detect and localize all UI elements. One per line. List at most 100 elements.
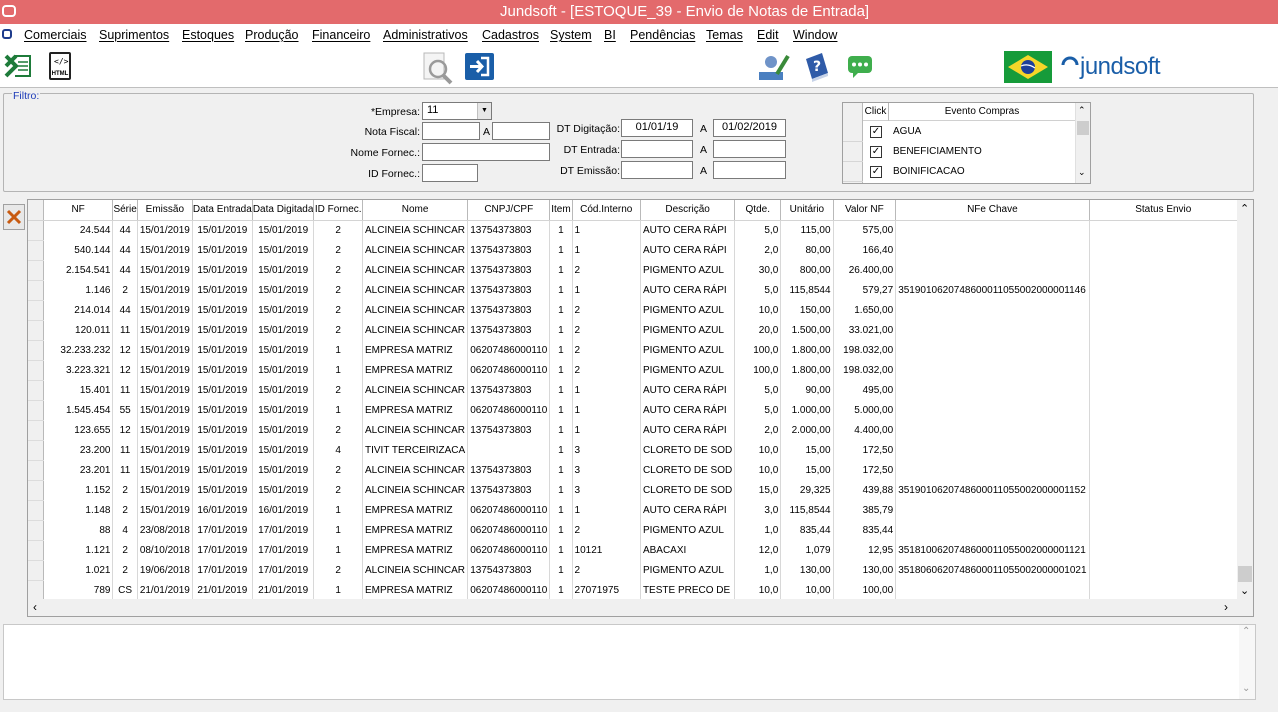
menu-cadastros[interactable]: Cadastros bbox=[482, 28, 539, 42]
table-cell[interactable]: 5,0 bbox=[734, 400, 782, 420]
table-row[interactable]: 540.144 44 15/01/2019 15/01/2019 15/01/2019 2… bbox=[28, 240, 1238, 261]
table-cell[interactable]: PIGMENTO AZUL bbox=[640, 520, 736, 540]
table-cell[interactable]: 2 bbox=[313, 220, 363, 240]
table-cell[interactable]: 15/01/2019 bbox=[252, 280, 315, 300]
table-cell[interactable]: 1 bbox=[572, 380, 641, 400]
table-cell[interactable]: CLORETO DE SOD bbox=[640, 480, 736, 500]
dt-entrada-from-input[interactable] bbox=[621, 140, 693, 158]
excel-export-icon[interactable] bbox=[4, 53, 32, 82]
table-cell[interactable] bbox=[1089, 540, 1238, 560]
table-cell[interactable]: 1 bbox=[549, 240, 573, 260]
column-header[interactable]: Nome bbox=[362, 200, 469, 221]
table-cell[interactable]: 579,27 bbox=[833, 280, 897, 300]
menu-temas[interactable]: Temas bbox=[706, 28, 743, 42]
column-header[interactable]: Status Envio bbox=[1089, 200, 1238, 221]
table-cell[interactable]: 2 bbox=[313, 320, 363, 340]
table-cell[interactable]: 12,0 bbox=[734, 540, 782, 560]
table-cell[interactable]: 15/01/2019 bbox=[252, 420, 315, 440]
column-header[interactable]: Data Digitada bbox=[252, 200, 315, 221]
grid-vertical-scrollbar[interactable]: ⌃ ⌄ bbox=[1237, 200, 1253, 600]
table-cell[interactable]: 4 bbox=[313, 440, 363, 460]
table-cell[interactable]: 2 bbox=[313, 280, 363, 300]
table-cell[interactable]: 33.021,00 bbox=[833, 320, 897, 340]
table-cell[interactable] bbox=[1089, 560, 1238, 580]
table-cell[interactable]: 13754373803 bbox=[467, 560, 551, 580]
dt-emissao-to-input[interactable] bbox=[713, 161, 786, 179]
table-cell[interactable]: 32.233.232 bbox=[43, 340, 114, 360]
table-cell[interactable]: 1 bbox=[549, 380, 573, 400]
table-cell[interactable]: 06207486000110 bbox=[467, 500, 551, 520]
table-cell[interactable]: 5,0 bbox=[734, 380, 782, 400]
table-cell[interactable]: AUTO CERA RÁPI bbox=[640, 280, 736, 300]
table-cell[interactable] bbox=[1089, 420, 1238, 440]
table-cell[interactable]: 13754373803 bbox=[467, 240, 551, 260]
menu-administrativos[interactable]: Administrativos bbox=[383, 28, 468, 42]
table-cell[interactable]: 15/01/2019 bbox=[192, 440, 253, 460]
table-cell[interactable]: TESTE PRECO DE bbox=[640, 580, 736, 600]
table-cell[interactable]: 15/01/2019 bbox=[252, 340, 315, 360]
table-row[interactable]: 88 4 23/08/2018 17/01/2019 17/01/2019 1 EMPRES… bbox=[28, 520, 1238, 541]
table-cell[interactable]: 123.655 bbox=[43, 420, 114, 440]
table-cell[interactable]: AUTO CERA RÁPI bbox=[640, 380, 736, 400]
table-cell[interactable]: 13754373803 bbox=[467, 280, 551, 300]
table-cell[interactable]: 1.545.454 bbox=[43, 400, 114, 420]
delete-button[interactable] bbox=[3, 204, 25, 230]
row-header[interactable] bbox=[28, 280, 44, 301]
table-cell[interactable]: TIVIT TERCEIRIZACA bbox=[362, 440, 469, 460]
table-cell[interactable]: 172,50 bbox=[833, 460, 897, 480]
table-cell[interactable]: 15/01/2019 bbox=[192, 380, 253, 400]
table-cell[interactable]: 130,00 bbox=[780, 560, 834, 580]
table-cell[interactable]: 3 bbox=[572, 480, 641, 500]
table-cell[interactable]: 15/01/2019 bbox=[192, 220, 253, 240]
row-header[interactable] bbox=[28, 320, 44, 341]
table-cell[interactable]: PIGMENTO AZUL bbox=[640, 320, 736, 340]
table-cell[interactable]: EMPRESA MATRIZ bbox=[362, 340, 469, 360]
table-cell[interactable]: 15,0 bbox=[734, 480, 782, 500]
table-cell[interactable]: 15/01/2019 bbox=[192, 240, 253, 260]
table-cell[interactable]: 15/01/2019 bbox=[192, 320, 253, 340]
table-cell[interactable]: 130,00 bbox=[833, 560, 897, 580]
table-cell[interactable]: AUTO CERA RÁPI bbox=[640, 420, 736, 440]
table-cell[interactable]: 15,00 bbox=[780, 460, 834, 480]
table-cell[interactable]: 4 bbox=[112, 520, 138, 540]
row-header[interactable] bbox=[28, 300, 44, 321]
table-cell[interactable]: 15/01/2019 bbox=[252, 400, 315, 420]
table-cell[interactable]: CLORETO DE SOD bbox=[640, 440, 736, 460]
table-cell[interactable] bbox=[1089, 220, 1238, 240]
row-header[interactable] bbox=[28, 520, 44, 541]
table-cell[interactable]: 2 bbox=[112, 540, 138, 560]
table-cell[interactable]: ALCINEIA SCHINCAR bbox=[362, 320, 469, 340]
table-cell[interactable] bbox=[1089, 300, 1238, 320]
table-cell[interactable]: 2 bbox=[313, 420, 363, 440]
table-cell[interactable]: 15/01/2019 bbox=[137, 220, 193, 240]
table-cell[interactable]: EMPRESA MATRIZ bbox=[362, 520, 469, 540]
table-cell[interactable]: 1 bbox=[572, 220, 641, 240]
menu-window[interactable]: Window bbox=[793, 28, 837, 42]
column-header[interactable]: Cód.Interno bbox=[572, 200, 641, 221]
table-cell[interactable]: 10121 bbox=[572, 540, 641, 560]
table-cell[interactable]: PIGMENTO AZUL bbox=[640, 360, 736, 380]
evento-row-header[interactable] bbox=[843, 122, 863, 142]
row-header[interactable] bbox=[28, 340, 44, 361]
menu-producao[interactable]: Produção bbox=[245, 28, 299, 42]
nota-fiscal-from-input[interactable] bbox=[422, 122, 480, 140]
table-cell[interactable]: 1.146 bbox=[43, 280, 114, 300]
table-cell[interactable]: CS bbox=[112, 580, 138, 600]
table-row[interactable]: 214.014 44 15/01/2019 15/01/2019 15/01/2019 2… bbox=[28, 300, 1238, 321]
table-cell[interactable]: 1 bbox=[572, 240, 641, 260]
id-fornec-input[interactable] bbox=[422, 164, 478, 182]
table-cell[interactable]: 1 bbox=[313, 400, 363, 420]
table-cell[interactable]: 15/01/2019 bbox=[192, 360, 253, 380]
table-cell[interactable]: 198.032,00 bbox=[833, 360, 897, 380]
table-cell[interactable]: 1 bbox=[549, 460, 573, 480]
table-cell[interactable]: 15/01/2019 bbox=[252, 260, 315, 280]
table-cell[interactable]: 1,0 bbox=[734, 520, 782, 540]
column-header[interactable]: Data Entrada bbox=[192, 200, 253, 221]
table-cell[interactable]: ALCINEIA SCHINCAR bbox=[362, 460, 469, 480]
table-cell[interactable]: AUTO CERA RÁPI bbox=[640, 240, 736, 260]
table-cell[interactable]: 11 bbox=[112, 380, 138, 400]
table-cell[interactable]: 1.800,00 bbox=[780, 360, 834, 380]
table-cell[interactable]: 12 bbox=[112, 420, 138, 440]
table-cell[interactable] bbox=[895, 220, 1090, 240]
table-cell[interactable]: 21/01/2019 bbox=[252, 580, 315, 600]
